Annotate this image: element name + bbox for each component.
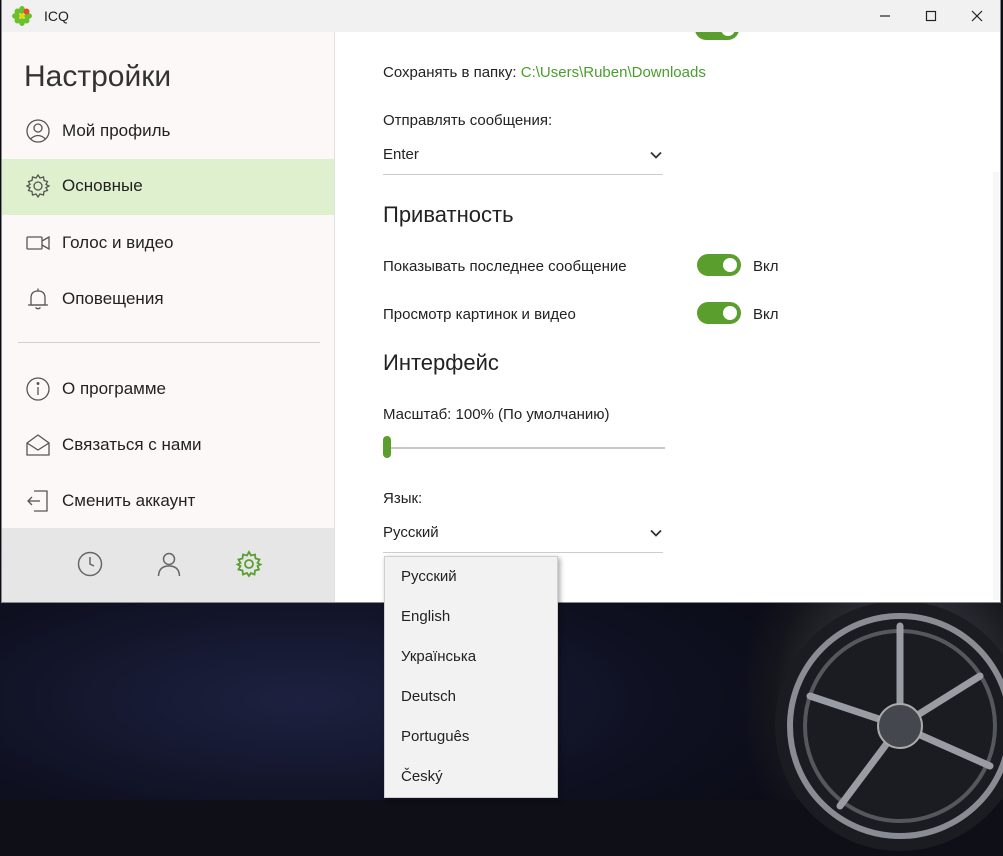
sidebar-item-about[interactable]: О программе <box>2 362 334 418</box>
language-label: Язык: <box>383 490 423 507</box>
sidebar-item-notifications[interactable]: Оповещения <box>2 272 334 328</box>
language-select[interactable]: Русский <box>383 516 663 553</box>
sidebar-item-label: Оповещения <box>62 289 164 308</box>
interface-section-title: Интерфейс <box>383 350 499 375</box>
send-messages-label: Отправлять сообщения: <box>383 112 553 129</box>
language-option[interactable]: Português <box>385 717 557 757</box>
minimize-button[interactable] <box>862 0 908 32</box>
sidebar-divider <box>18 342 320 343</box>
language-option[interactable]: Русский <box>385 557 557 597</box>
scale-slider-track[interactable] <box>383 447 665 449</box>
content-scrollbar[interactable] <box>993 172 999 600</box>
partial-toggle-top[interactable] <box>695 32 739 40</box>
sidebar-item-label: Мой профиль <box>62 121 171 140</box>
sidebar-item-label: Сменить аккаунт <box>62 491 196 510</box>
save-folder-path-link[interactable]: C:\Users\Ruben\Downloads <box>521 64 706 81</box>
sidebar-item-switch-account[interactable]: Сменить аккаунт <box>2 474 334 530</box>
contact-icon[interactable] <box>155 550 183 578</box>
settings-sidebar: Настройки Мой профиль Основные Голос и в… <box>2 32 335 602</box>
sidebar-item-contact-us[interactable]: Связаться с нами <box>2 418 334 474</box>
minimize-icon <box>880 15 890 17</box>
settings-gear-icon[interactable] <box>235 550 263 578</box>
chevron-down-icon <box>650 529 662 537</box>
settings-content: Сохранять в папку: C:\Users\Ruben\Downlo… <box>335 32 1000 602</box>
close-button[interactable] <box>954 0 1000 32</box>
sidebar-item-label: Голос и видео <box>62 233 174 252</box>
car-wheel-image <box>775 601 1003 851</box>
send-messages-select[interactable]: Enter <box>383 138 663 175</box>
title-bar[interactable]: ICQ <box>2 0 1000 32</box>
bell-icon <box>28 288 48 310</box>
scale-label: Масштаб: 100% (По умолчанию) <box>383 406 610 423</box>
privacy-section-title: Приватность <box>383 202 514 227</box>
logout-icon <box>27 490 48 512</box>
chevron-down-icon <box>650 151 662 159</box>
show-last-message-state: Вкл <box>753 258 779 275</box>
save-folder-label: Сохранять в папку: <box>383 64 517 81</box>
icq-flower-icon <box>12 6 32 26</box>
language-option[interactable]: Český <box>385 757 557 797</box>
preview-media-state: Вкл <box>753 306 779 323</box>
envelope-icon <box>26 434 50 456</box>
scale-slider-thumb[interactable] <box>383 436 391 458</box>
preview-media-toggle[interactable] <box>697 302 741 324</box>
video-camera-icon <box>26 235 50 251</box>
toggle-knob <box>723 306 737 320</box>
preview-media-label: Просмотр картинок и видео <box>383 306 576 323</box>
sidebar-bottom-tabs <box>2 528 334 602</box>
language-option[interactable]: English <box>385 597 557 637</box>
toggle-knob <box>723 258 737 272</box>
sidebar-item-label: Связаться с нами <box>62 435 202 454</box>
maximize-button[interactable] <box>908 0 954 32</box>
info-icon <box>26 377 50 401</box>
close-icon <box>971 10 983 22</box>
send-messages-value: Enter <box>383 146 419 163</box>
gear-icon <box>25 173 51 199</box>
sidebar-item-label: О программе <box>62 379 167 398</box>
sidebar-title: Настройки <box>24 60 172 93</box>
window-title: ICQ <box>44 8 69 24</box>
maximize-icon <box>925 10 937 22</box>
sidebar-item-voice-video[interactable]: Голос и видео <box>2 216 334 272</box>
icq-settings-window: ICQ Настройки Мой профиль Основные Голос… <box>2 0 1000 602</box>
clock-icon[interactable] <box>76 550 104 578</box>
language-option[interactable]: Українська <box>385 637 557 677</box>
sidebar-item-my-profile[interactable]: Мой профиль <box>2 104 334 160</box>
save-folder-row: Сохранять в папку: C:\Users\Ruben\Downlo… <box>383 64 706 81</box>
language-option[interactable]: Deutsch <box>385 677 557 717</box>
sidebar-item-general[interactable]: Основные <box>2 159 334 215</box>
language-value: Русский <box>383 524 439 541</box>
user-circle-icon <box>26 119 50 143</box>
language-dropdown-menu: Русский English Українська Deutsch Portu… <box>384 556 558 798</box>
show-last-message-toggle[interactable] <box>697 254 741 276</box>
sidebar-item-label: Основные <box>62 176 143 195</box>
show-last-message-label: Показывать последнее сообщение <box>383 258 627 275</box>
